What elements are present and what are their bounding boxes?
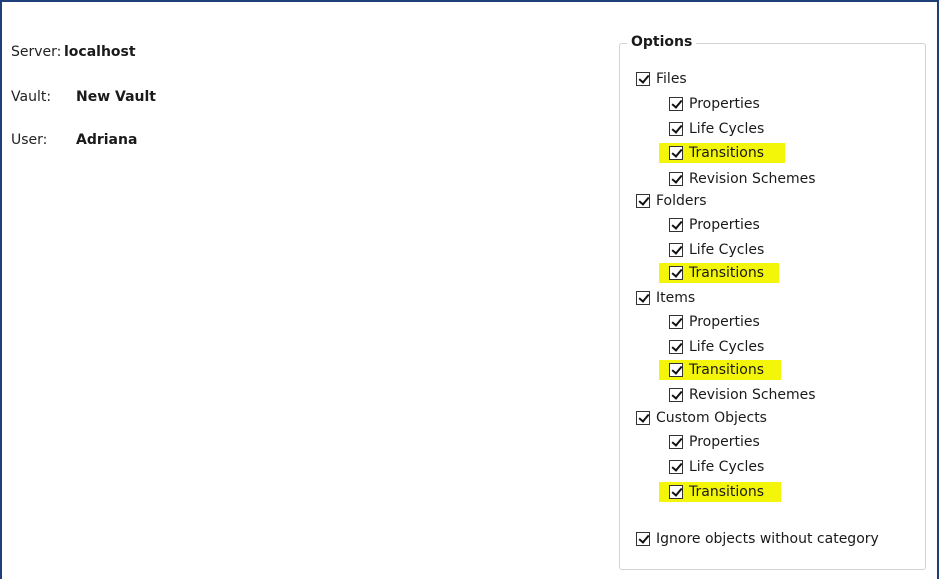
custom-objects-transitions-checkbox[interactable]: [669, 485, 683, 499]
items-life-cycles-checkbox[interactable]: [669, 340, 683, 354]
custom-objects-properties-label: Properties: [689, 434, 760, 450]
items-revision-schemes-option[interactable]: Revision Schemes: [669, 385, 816, 405]
vault-value: New Vault: [76, 89, 156, 105]
custom-objects-life-cycles-label: Life Cycles: [689, 459, 765, 475]
folders-transitions-label: Transitions: [689, 265, 764, 281]
items-label: Items: [656, 290, 696, 306]
items-checkbox[interactable]: [636, 291, 650, 305]
custom-objects-life-cycles-option[interactable]: Life Cycles: [669, 457, 764, 477]
items-option[interactable]: Items: [636, 288, 695, 308]
folders-life-cycles-checkbox[interactable]: [669, 243, 683, 257]
files-transitions-option[interactable]: Transitions: [659, 143, 785, 163]
folders-properties-option[interactable]: Properties: [669, 215, 760, 235]
user-label: User:: [11, 132, 48, 148]
folders-properties-label: Properties: [689, 217, 760, 233]
files-properties-label: Properties: [689, 96, 760, 112]
files-revision-schemes-checkbox[interactable]: [669, 172, 683, 186]
items-properties-option[interactable]: Properties: [669, 312, 760, 332]
items-life-cycles-option[interactable]: Life Cycles: [669, 337, 764, 357]
custom-objects-properties-option[interactable]: Properties: [669, 432, 760, 452]
files-revision-schemes-label: Revision Schemes: [689, 171, 816, 187]
server-label: Server:: [11, 44, 62, 60]
folders-properties-checkbox[interactable]: [669, 218, 683, 232]
items-life-cycles-label: Life Cycles: [689, 339, 765, 355]
folders-label: Folders: [656, 193, 707, 209]
items-properties-checkbox[interactable]: [669, 315, 683, 329]
user-value: Adriana: [76, 132, 138, 148]
files-life-cycles-checkbox[interactable]: [669, 122, 683, 136]
ignore-objects-option[interactable]: Ignore objects without category: [636, 529, 879, 549]
custom-objects-properties-checkbox[interactable]: [669, 435, 683, 449]
server-value: localhost: [64, 44, 136, 60]
files-checkbox[interactable]: [636, 72, 650, 86]
folders-life-cycles-option[interactable]: Life Cycles: [669, 240, 764, 260]
vault-label: Vault:: [11, 89, 52, 105]
items-transitions-checkbox[interactable]: [669, 363, 683, 377]
custom-objects-transitions-option[interactable]: Transitions: [659, 482, 781, 502]
files-properties-checkbox[interactable]: [669, 97, 683, 111]
folders-transitions-checkbox[interactable]: [669, 266, 683, 280]
files-life-cycles-option[interactable]: Life Cycles: [669, 119, 764, 139]
folders-option[interactable]: Folders: [636, 191, 707, 211]
custom-objects-transitions-label: Transitions: [689, 484, 764, 500]
folders-transitions-option[interactable]: Transitions: [659, 263, 779, 283]
custom-objects-label: Custom Objects: [656, 410, 767, 426]
files-transitions-label: Transitions: [689, 145, 764, 161]
files-label: Files: [656, 71, 687, 87]
items-revision-schemes-label: Revision Schemes: [689, 387, 816, 403]
items-transitions-label: Transitions: [689, 362, 764, 378]
custom-objects-checkbox[interactable]: [636, 411, 650, 425]
custom-objects-option[interactable]: Custom Objects: [636, 408, 767, 428]
folders-checkbox[interactable]: [636, 194, 650, 208]
files-option[interactable]: Files: [636, 69, 687, 89]
items-transitions-option[interactable]: Transitions: [659, 360, 781, 380]
options-title: Options: [627, 34, 697, 50]
ignore-objects-checkbox[interactable]: [636, 532, 650, 546]
ignore-objects-label: Ignore objects without category: [656, 531, 879, 547]
files-revision-schemes-option[interactable]: Revision Schemes: [669, 169, 816, 189]
files-properties-option[interactable]: Properties: [669, 94, 760, 114]
files-transitions-checkbox[interactable]: [669, 146, 683, 160]
folders-life-cycles-label: Life Cycles: [689, 242, 765, 258]
files-life-cycles-label: Life Cycles: [689, 121, 765, 137]
items-revision-schemes-checkbox[interactable]: [669, 388, 683, 402]
items-properties-label: Properties: [689, 314, 760, 330]
custom-objects-life-cycles-checkbox[interactable]: [669, 460, 683, 474]
